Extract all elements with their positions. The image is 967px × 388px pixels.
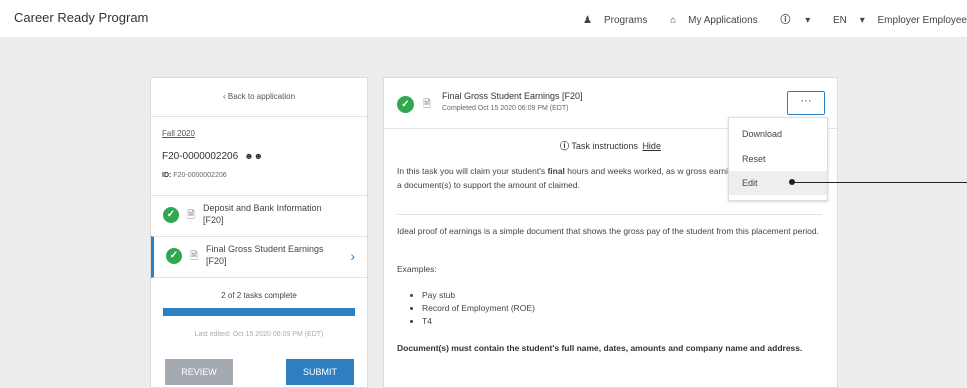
back-to-application-link[interactable]: ‹ Back to application [151, 78, 367, 117]
document-icon: 🗎 [187, 210, 196, 221]
nav-info-menu[interactable]: ⓘ ▾ [770, 15, 810, 26]
task-final-gross-earnings[interactable]: ✓ 🗎 Final Gross Student Earnings [F20] › [151, 236, 367, 278]
examples-list: Pay stub Record of Employment (ROE) T4 [412, 289, 535, 328]
people-icon: ☻☻ [244, 151, 264, 161]
list-item: Record of Employment (ROE) [422, 302, 535, 315]
last-edited-text: Last edited: Oct 15 2020 06:09 PM (EDT) [194, 331, 324, 338]
divider [397, 214, 822, 215]
hide-instructions-link[interactable]: Hide [642, 141, 661, 151]
task-title: Final Gross Student Earnings [F20] [442, 91, 583, 101]
application-sidebar: ‹ Back to application Fall 2020 F20-0000… [150, 77, 368, 388]
check-circle-icon: ✓ [397, 96, 414, 113]
menu-item-reset[interactable]: Reset [729, 147, 827, 171]
chevron-left-icon: ‹ [222, 92, 226, 101]
term-link[interactable]: Fall 2020 [162, 129, 195, 138]
home-icon: ⌂ [670, 15, 677, 26]
document-icon: 🗎 [190, 251, 199, 262]
task-label: Final Gross Student Earnings [F20] [206, 244, 324, 266]
progress-bar [163, 308, 355, 316]
proof-paragraph: Ideal proof of earnings is a simple docu… [397, 226, 819, 236]
check-circle-icon: ✓ [163, 207, 179, 223]
check-circle-icon: ✓ [166, 248, 182, 264]
top-navbar: Career Ready Program ♟ Programs ⌂ My Appli… [0, 0, 967, 37]
nav-user-menu[interactable]: Employer Employee [878, 15, 967, 26]
more-options-menu: Download Reset Edit [728, 117, 828, 201]
application-id: ID: F20-0000002206 [162, 172, 227, 179]
list-item: T4 [422, 315, 535, 328]
info-icon: ⓘ [560, 141, 570, 151]
list-item: Pay stub [422, 289, 535, 302]
task-label: Deposit and Bank Information [F20] [203, 203, 322, 225]
callout-pointer-dot [789, 179, 795, 185]
menu-item-edit[interactable]: Edit [729, 171, 827, 195]
menu-item-download[interactable]: Download [729, 122, 827, 146]
nav-programs[interactable]: ♟ Programs [573, 15, 647, 26]
task-completed-text: Completed Oct 15 2020 06:09 PM (EDT) [442, 105, 569, 112]
callout-pointer-line [792, 182, 967, 183]
nav-language-menu[interactable]: EN ▾ [823, 15, 865, 26]
examples-label: Examples: [397, 264, 437, 274]
review-button[interactable]: REVIEW [165, 359, 233, 385]
more-options-button[interactable]: ··· [787, 91, 825, 115]
programs-icon: ♟ [583, 15, 592, 26]
progress-bar-fill [163, 308, 355, 316]
document-icon: 🗎 [423, 99, 432, 110]
task-deposit-bank-info[interactable]: ✓ 🗎 Deposit and Bank Information [F20] [151, 195, 367, 236]
chevron-right-icon: › [350, 248, 355, 264]
brand-title[interactable]: Career Ready Program [14, 10, 148, 25]
progress-text: 2 of 2 tasks complete [221, 291, 297, 300]
submit-button[interactable]: SUBMIT [286, 359, 354, 385]
application-number: F20-0000002206 ☻☻ [162, 151, 264, 162]
document-requirements: Document(s) must contain the student's f… [397, 343, 803, 353]
nav-my-applications[interactable]: ⌂ My Applications [660, 15, 758, 26]
nav-links: ♟ Programs ⌂ My Applications ⓘ ▾ EN ▾ Empl… [563, 11, 967, 26]
info-icon: ⓘ [780, 15, 791, 26]
